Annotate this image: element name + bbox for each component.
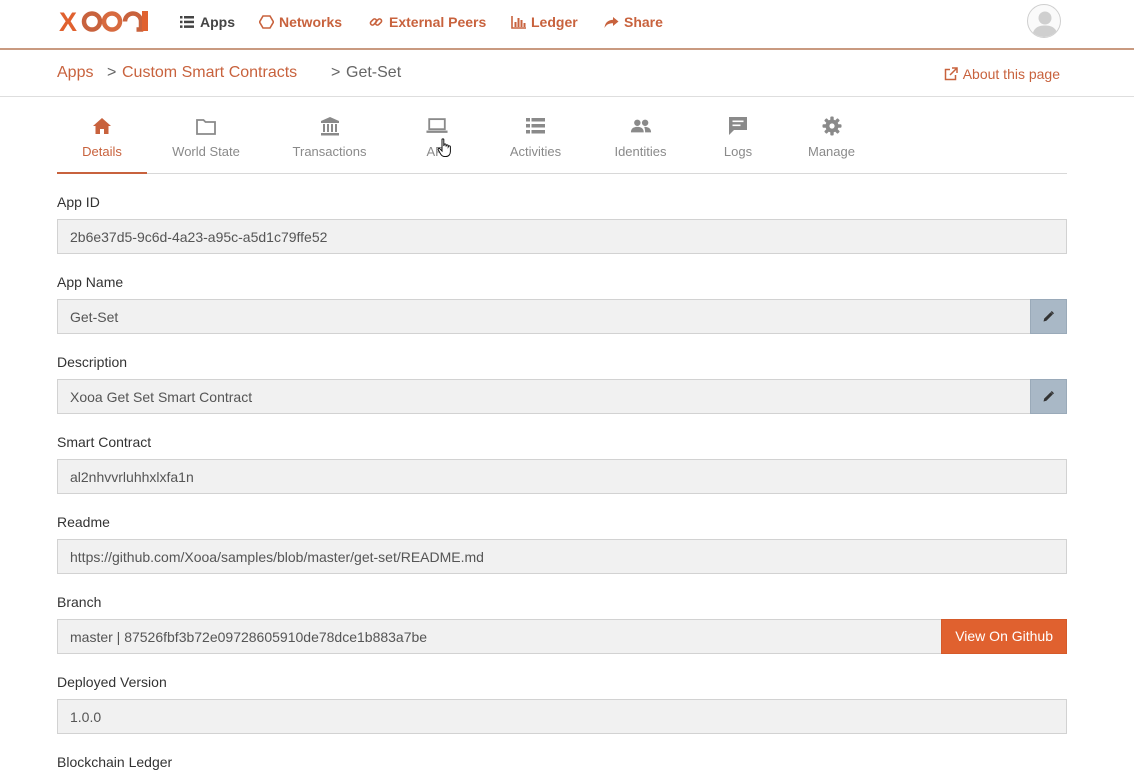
- edit-description-button[interactable]: [1030, 378, 1067, 414]
- external-link-icon: [944, 67, 958, 81]
- hexagon-icon: [258, 15, 274, 29]
- breadcrumb-custom-smart-contracts[interactable]: Custom Smart Contracts: [122, 64, 297, 82]
- tab-details-label: Details: [82, 144, 122, 159]
- app-name-input[interactable]: [58, 300, 1030, 333]
- branch-input[interactable]: [58, 620, 942, 653]
- gear-icon: [821, 115, 843, 137]
- home-icon: [91, 115, 113, 137]
- description-label: Description: [57, 354, 128, 370]
- user-avatar-icon: [1032, 11, 1058, 37]
- tab-transactions-label: Transactions: [292, 144, 367, 159]
- deployed-version-input[interactable]: [58, 700, 1066, 733]
- deployed-version-label: Deployed Version: [57, 674, 167, 690]
- nav-share-label: Share: [624, 14, 663, 30]
- smart-contract-input[interactable]: [58, 460, 1066, 493]
- breadcrumb-separator: >: [107, 64, 117, 81]
- about-this-page-link[interactable]: About this page: [944, 66, 1060, 82]
- tab-manage[interactable]: Manage: [803, 97, 860, 174]
- readme-label: Readme: [57, 514, 110, 530]
- app-id-input[interactable]: [58, 220, 1066, 253]
- tab-activities-label: Activities: [509, 144, 562, 159]
- pencil-icon: [1043, 310, 1054, 321]
- description-input[interactable]: [58, 380, 1030, 413]
- breadcrumb-apps[interactable]: Apps: [57, 64, 93, 82]
- branch-field: View On Github: [57, 618, 1067, 654]
- description-field: [57, 378, 1067, 414]
- tab-api-label: API: [426, 144, 448, 159]
- edit-app-name-button[interactable]: [1030, 298, 1067, 334]
- link-icon: [368, 15, 384, 29]
- readme-input[interactable]: [58, 540, 1066, 573]
- laptop-icon: [426, 115, 448, 137]
- tab-transactions[interactable]: Transactions: [285, 97, 374, 174]
- app-name-label: App Name: [57, 274, 124, 290]
- nav-networks-label: Networks: [279, 14, 343, 30]
- nav-apps[interactable]: Apps: [179, 13, 235, 31]
- share-arrow-icon: [603, 15, 619, 29]
- app-tabs: Details World State Transactions API Act…: [57, 97, 1067, 174]
- tab-manage-label: Manage: [808, 144, 855, 159]
- tab-identities-label: Identities: [614, 144, 667, 159]
- tab-activities[interactable]: Activities: [497, 97, 574, 174]
- deployed-version-field: [57, 699, 1067, 734]
- tab-details[interactable]: Details: [57, 97, 147, 174]
- nav-ledger[interactable]: Ledger: [510, 13, 578, 31]
- tab-identities[interactable]: Identities: [605, 97, 676, 174]
- comment-icon: [727, 115, 749, 137]
- branch-label: Branch: [57, 594, 102, 610]
- app-name-field: [57, 298, 1067, 334]
- folder-icon: [195, 115, 217, 137]
- list-icon: [525, 115, 547, 137]
- view-on-github-button[interactable]: View On Github: [941, 618, 1067, 654]
- nav-share[interactable]: Share: [603, 13, 663, 31]
- readme-field: [57, 539, 1067, 574]
- breadcrumb-separator: >: [331, 64, 341, 81]
- user-avatar[interactable]: [1027, 4, 1061, 38]
- list-icon: [179, 15, 195, 29]
- breadcrumb: Apps > Custom Smart Contracts > Get-Set …: [0, 50, 1134, 97]
- about-this-page-label: About this page: [962, 66, 1060, 82]
- bank-icon: [319, 115, 341, 137]
- top-navbar: X Apps Networks External Peers Ledger Sh…: [0, 0, 1134, 50]
- xooa-logo[interactable]: X: [59, 7, 151, 35]
- nav-external-peers[interactable]: External Peers: [368, 13, 486, 31]
- nav-networks[interactable]: Networks: [258, 13, 342, 31]
- bar-chart-icon: [510, 15, 526, 29]
- svg-text:X: X: [59, 7, 77, 35]
- tab-api[interactable]: API: [412, 97, 462, 174]
- nav-external-peers-label: External Peers: [389, 14, 487, 30]
- pencil-icon: [1043, 390, 1054, 401]
- app-id-field: [57, 219, 1067, 254]
- smart-contract-label: Smart Contract: [57, 434, 152, 450]
- tab-logs[interactable]: Logs: [717, 97, 759, 174]
- nav-apps-label: Apps: [200, 14, 235, 30]
- app-id-label: App ID: [57, 194, 100, 210]
- tab-world-state-label: World State: [172, 144, 240, 159]
- nav-ledger-label: Ledger: [531, 14, 578, 30]
- people-icon: [630, 115, 652, 137]
- tab-logs-label: Logs: [723, 144, 753, 159]
- breadcrumb-current: Get-Set: [346, 64, 402, 81]
- blockchain-ledger-label: Blockchain Ledger: [57, 754, 173, 770]
- smart-contract-field: [57, 459, 1067, 494]
- tab-world-state[interactable]: World State: [160, 97, 252, 174]
